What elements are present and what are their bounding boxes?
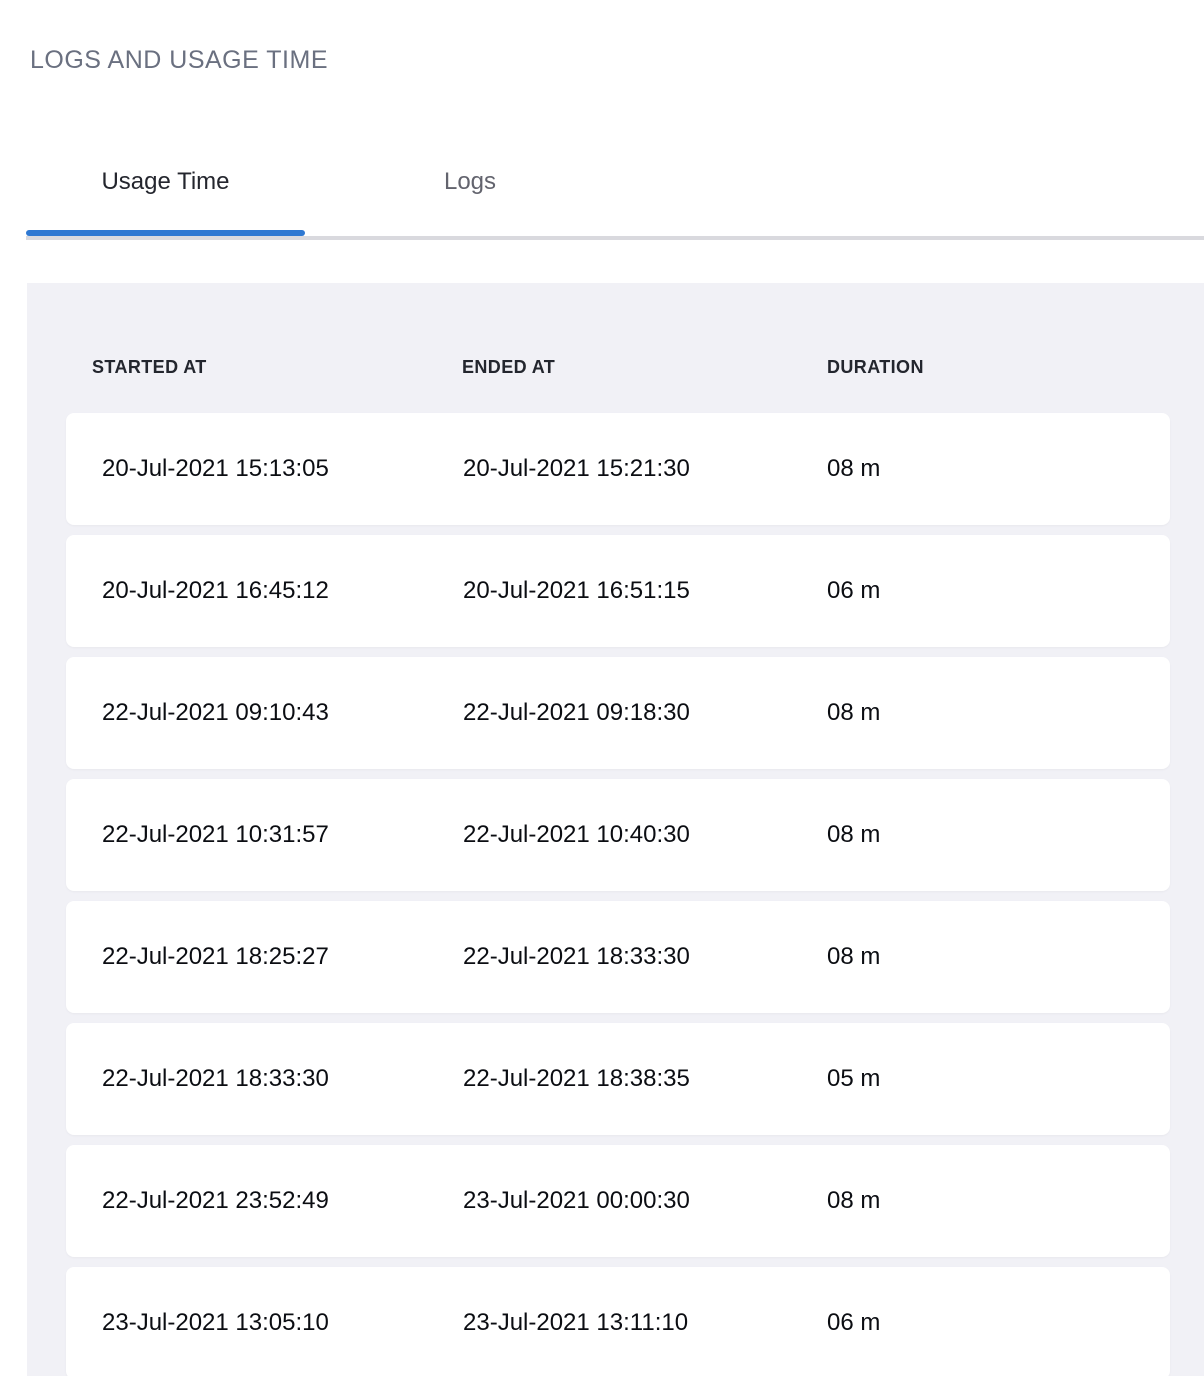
usage-table-body: 20-Jul-2021 15:13:05 20-Jul-2021 15:21:3… (66, 413, 1170, 1376)
cell-ended-at: 20-Jul-2021 15:21:30 (463, 455, 827, 483)
cell-ended-at: 20-Jul-2021 16:51:15 (463, 577, 827, 605)
table-row: 20-Jul-2021 15:13:05 20-Jul-2021 15:21:3… (66, 413, 1170, 525)
tab-logs[interactable]: Logs (305, 167, 635, 197)
cell-duration: 06 m (827, 577, 1170, 605)
cell-started-at: 22-Jul-2021 23:52:49 (102, 1187, 463, 1215)
cell-started-at: 23-Jul-2021 13:05:10 (102, 1309, 463, 1337)
table-row: 22-Jul-2021 18:25:27 22-Jul-2021 18:33:3… (66, 901, 1170, 1013)
cell-duration: 05 m (827, 1065, 1170, 1093)
cell-duration: 08 m (827, 699, 1170, 727)
table-row: 22-Jul-2021 18:33:30 22-Jul-2021 18:38:3… (66, 1023, 1170, 1135)
table-row: 23-Jul-2021 13:05:10 23-Jul-2021 13:11:1… (66, 1267, 1170, 1376)
usage-time-panel: STARTED AT ENDED AT DURATION 20-Jul-2021… (27, 283, 1204, 1376)
column-header-ended-at: ENDED AT (462, 357, 555, 378)
table-row: 22-Jul-2021 10:31:57 22-Jul-2021 10:40:3… (66, 779, 1170, 891)
column-header-duration: DURATION (827, 357, 924, 378)
tab-track-line (26, 236, 1204, 240)
cell-duration: 08 m (827, 943, 1170, 971)
cell-duration: 08 m (827, 1187, 1170, 1215)
active-tab-indicator (26, 230, 305, 236)
cell-ended-at: 22-Jul-2021 10:40:30 (463, 821, 827, 849)
cell-duration: 08 m (827, 821, 1170, 849)
cell-ended-at: 22-Jul-2021 18:33:30 (463, 943, 827, 971)
cell-ended-at: 23-Jul-2021 13:11:10 (463, 1309, 827, 1337)
tab-usage-time[interactable]: Usage Time (26, 167, 305, 197)
column-header-started-at: STARTED AT (92, 357, 207, 378)
cell-started-at: 20-Jul-2021 15:13:05 (102, 455, 463, 483)
cell-started-at: 22-Jul-2021 18:33:30 (102, 1065, 463, 1093)
cell-started-at: 22-Jul-2021 10:31:57 (102, 821, 463, 849)
cell-ended-at: 23-Jul-2021 00:00:30 (463, 1187, 827, 1215)
table-row: 22-Jul-2021 23:52:49 23-Jul-2021 00:00:3… (66, 1145, 1170, 1257)
cell-started-at: 22-Jul-2021 18:25:27 (102, 943, 463, 971)
cell-started-at: 22-Jul-2021 09:10:43 (102, 699, 463, 727)
table-row: 22-Jul-2021 09:10:43 22-Jul-2021 09:18:3… (66, 657, 1170, 769)
table-header-row: STARTED AT ENDED AT DURATION (27, 357, 1204, 379)
table-row: 20-Jul-2021 16:45:12 20-Jul-2021 16:51:1… (66, 535, 1170, 647)
cell-ended-at: 22-Jul-2021 09:18:30 (463, 699, 827, 727)
cell-started-at: 20-Jul-2021 16:45:12 (102, 577, 463, 605)
cell-ended-at: 22-Jul-2021 18:38:35 (463, 1065, 827, 1093)
page-title: LOGS AND USAGE TIME (30, 46, 328, 75)
cell-duration: 06 m (827, 1309, 1170, 1337)
cell-duration: 08 m (827, 455, 1170, 483)
